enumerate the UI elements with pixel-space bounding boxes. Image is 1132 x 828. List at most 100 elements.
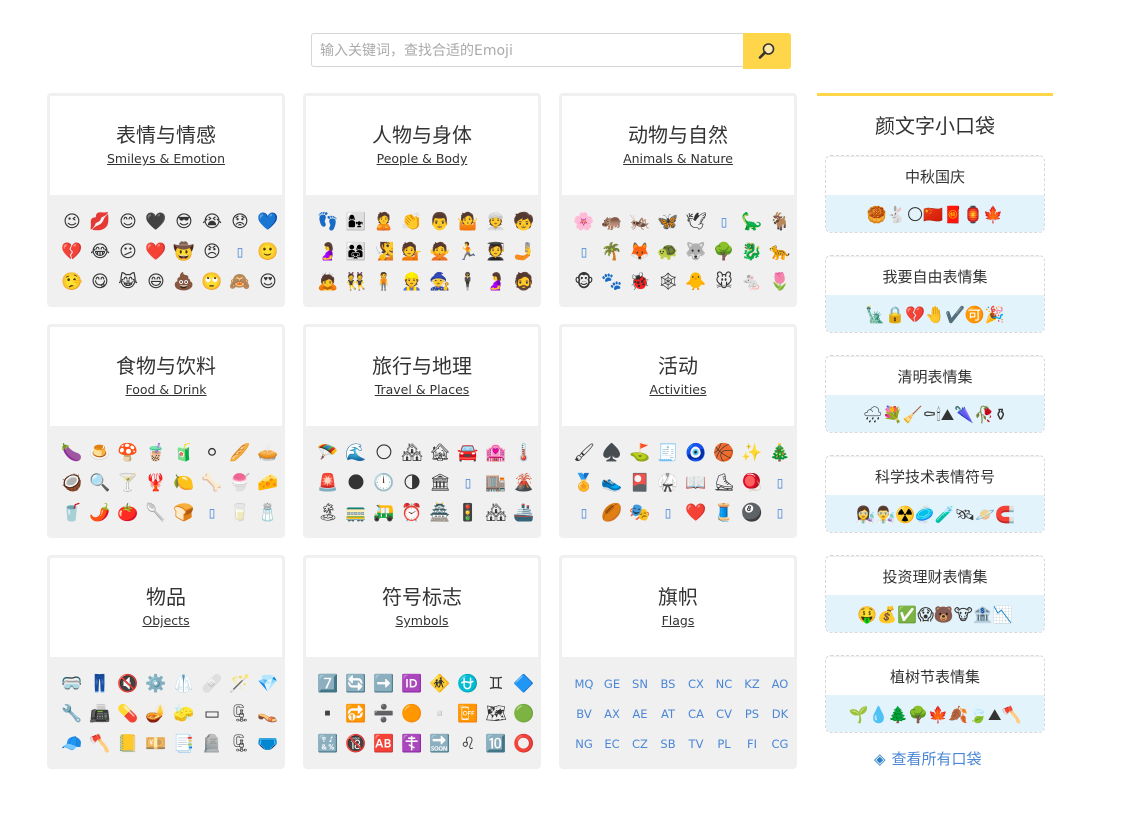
emoji-sample[interactable]: 🥤: [58, 503, 86, 523]
emoji-sample[interactable]: 💩: [170, 272, 198, 292]
emoji-sample[interactable]: 🍋: [170, 473, 198, 493]
emoji-sample[interactable]: 🌳: [710, 242, 738, 262]
emoji-sample[interactable]: 🏝: [314, 503, 342, 523]
emoji-sample[interactable]: 😉: [58, 212, 86, 232]
emoji-sample[interactable]: 🍮: [86, 443, 114, 463]
emoji-sample[interactable]: 😎: [170, 212, 198, 232]
emoji-sample[interactable]: 🧀: [254, 473, 282, 493]
emoji-sample[interactable]: 🚸: [426, 674, 454, 694]
emoji-sample[interactable]: 🙅: [426, 242, 454, 262]
emoji-sample[interactable]: 😕: [114, 242, 142, 262]
emoji-sample[interactable]: 💎: [254, 674, 282, 694]
flag-code[interactable]: AX: [598, 704, 626, 724]
emoji-pouch[interactable]: 投资理财表情集 🤑💰✅😱🐻🐮🏦📉: [825, 555, 1045, 633]
emoji-sample[interactable]: 🏯: [426, 503, 454, 523]
emoji-sample[interactable]: 🥧: [254, 443, 282, 463]
emoji-sample[interactable]: 🧑‍🎓: [482, 242, 510, 262]
emoji-sample[interactable]: 🧔: [510, 272, 538, 292]
emoji-sample[interactable]: 🎭: [626, 503, 654, 523]
emoji-sample[interactable]: 😄: [142, 272, 170, 292]
emoji-sample[interactable]: 🙂: [254, 242, 282, 262]
emoji-sample[interactable]: 🥋: [654, 473, 682, 493]
emoji-sample[interactable]: 🕴: [454, 272, 482, 292]
emoji-sample[interactable]: 🦞: [142, 473, 170, 493]
emoji-sample[interactable]: 🔇: [114, 674, 142, 694]
emoji-sample[interactable]: ⛳: [626, 443, 654, 463]
emoji-sample[interactable]: 🎱: [738, 503, 766, 523]
category-english-link[interactable]: Activities: [649, 382, 706, 397]
emoji-sample[interactable]: ⭕: [510, 734, 538, 754]
emoji-sample[interactable]: 🐢: [654, 242, 682, 262]
emoji-pouch[interactable]: 清明表情集 🌧💐🧹⚰🕯⛰🌂🥀⚱: [825, 355, 1045, 433]
emoji-sample[interactable]: ▯: [766, 503, 794, 523]
emoji-sample[interactable]: 🏘: [398, 443, 426, 463]
emoji-sample[interactable]: 🌗: [398, 473, 426, 493]
emoji-sample[interactable]: ⚙️: [142, 674, 170, 694]
emoji-sample[interactable]: 😂: [86, 242, 114, 262]
flag-code[interactable]: TV: [682, 734, 710, 754]
emoji-sample[interactable]: 🌴: [598, 242, 626, 262]
emoji-sample[interactable]: 🖌: [570, 443, 598, 463]
category-english-link[interactable]: Objects: [142, 613, 189, 628]
emoji-sample[interactable]: 👖: [86, 674, 114, 694]
emoji-sample[interactable]: 🧵: [710, 503, 738, 523]
emoji-sample[interactable]: 🐞: [626, 272, 654, 292]
emoji-sample[interactable]: 🤠: [170, 242, 198, 262]
emoji-sample[interactable]: 🌊: [342, 443, 370, 463]
emoji-sample[interactable]: 💋: [86, 212, 114, 232]
emoji-sample[interactable]: ☦️: [398, 734, 426, 754]
category-card[interactable]: 动物与自然 Animals & Nature 🌸 🦛 🦗 🦋 🕊 ▯ 🦕 🐐 ▯ 🌴 🦊 🐢 🐺 🌳 🐉 🐆 🐵 🐾 🐞…: [559, 93, 797, 307]
flag-code[interactable]: PS: [738, 704, 766, 724]
emoji-sample[interactable]: 🌷: [766, 272, 794, 292]
emoji-sample[interactable]: ▪️: [314, 704, 342, 724]
emoji-sample[interactable]: 😠: [198, 242, 226, 262]
emoji-sample[interactable]: 🌸: [570, 212, 598, 232]
emoji-sample[interactable]: ⛸: [710, 473, 738, 493]
emoji-pouch[interactable]: 中秋国庆 🥮🐇🌕🇨🇳🧧🏮🍁: [825, 155, 1045, 233]
emoji-sample[interactable]: 🏩: [482, 443, 510, 463]
emoji-sample[interactable]: 🏘: [482, 503, 510, 523]
emoji-sample[interactable]: 🦊: [626, 242, 654, 262]
emoji-sample[interactable]: 🧏: [370, 242, 398, 262]
emoji-sample[interactable]: 🥼: [170, 674, 198, 694]
emoji-sample[interactable]: 🐉: [738, 242, 766, 262]
emoji-sample[interactable]: 👣: [314, 212, 342, 232]
flag-code[interactable]: NC: [710, 674, 738, 694]
emoji-sample[interactable]: 😍: [254, 272, 282, 292]
flag-code[interactable]: AT: [654, 704, 682, 724]
emoji-sample[interactable]: 🤥: [58, 272, 86, 292]
emoji-sample[interactable]: 🩲: [254, 734, 282, 754]
emoji-sample[interactable]: 🏅: [570, 473, 598, 493]
emoji-sample[interactable]: 🍄: [114, 443, 142, 463]
emoji-sample[interactable]: 🕊: [682, 212, 710, 232]
emoji-sample[interactable]: ▯: [226, 242, 254, 262]
emoji-sample[interactable]: 🤳: [510, 242, 538, 262]
category-english-link[interactable]: Animals & Nature: [623, 151, 733, 166]
flag-code[interactable]: NG: [570, 734, 598, 754]
emoji-sample[interactable]: ➗: [370, 704, 398, 724]
emoji-sample[interactable]: 😹: [114, 272, 142, 292]
emoji-sample[interactable]: 🧽: [170, 704, 198, 724]
search-input[interactable]: 输入关键词，查找合适的Emoji: [311, 33, 743, 67]
emoji-sample[interactable]: 😊: [114, 212, 142, 232]
emoji-sample[interactable]: 🐥: [682, 272, 710, 292]
emoji-sample[interactable]: 🔄: [342, 674, 370, 694]
emoji-sample[interactable]: 🧿: [682, 443, 710, 463]
emoji-sample[interactable]: 👨‍👩‍👧: [342, 242, 370, 262]
flag-code[interactable]: AO: [766, 674, 794, 694]
flag-code[interactable]: BS: [654, 674, 682, 694]
emoji-sample[interactable]: 🗺: [482, 704, 510, 724]
emoji-sample[interactable]: 🐐: [766, 212, 794, 232]
category-card[interactable]: 符号标志 Symbols 7️⃣ 🔄 ➡️ 🆔 🚸 ⛎ ♊ 🔷 ▪️ 🔂 ➗ 🟠 ▫️ 📴 🗺 🟢 🔣 🔞 🆎 ☦️ 🔜 ♌ 🔟…: [303, 555, 541, 769]
emoji-sample[interactable]: 🦋: [654, 212, 682, 232]
emoji-sample[interactable]: 🦕: [738, 212, 766, 232]
emoji-sample[interactable]: 🙄: [198, 272, 226, 292]
emoji-sample[interactable]: 🍆: [58, 443, 86, 463]
emoji-sample[interactable]: ▯: [654, 503, 682, 523]
flag-code[interactable]: KZ: [738, 674, 766, 694]
emoji-sample[interactable]: 🤷: [454, 212, 482, 232]
emoji-sample[interactable]: 🪄: [226, 674, 254, 694]
emoji-sample[interactable]: 🔣: [314, 734, 342, 754]
emoji-sample[interactable]: 🪀: [738, 473, 766, 493]
category-english-link[interactable]: Food & Drink: [125, 382, 206, 397]
